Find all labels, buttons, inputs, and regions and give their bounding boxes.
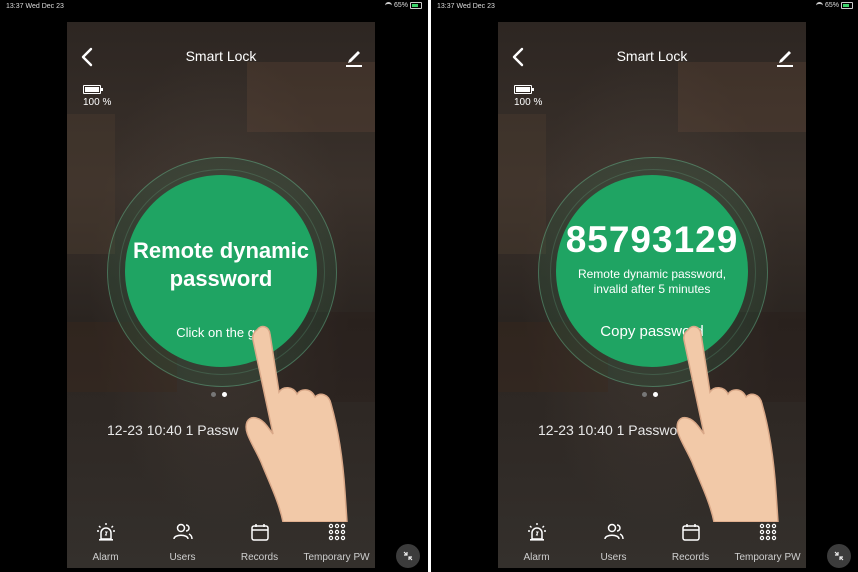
battery-percent-status: 65% (824, 2, 839, 9)
app-view: Smart Lock 100 % Remote dynamic password… (67, 22, 375, 568)
battery-level: 100 % (514, 97, 543, 108)
left-screen: 13:37 Wed Dec 23 65% Smart Lock 100 % Re… (0, 0, 428, 572)
page-indicator[interactable] (211, 392, 227, 397)
tab-users[interactable]: Users (144, 508, 221, 568)
page-dot-active[interactable] (653, 392, 658, 397)
keypad-icon (328, 523, 345, 541)
password-description: Remote dynamic password, invalid after 5… (577, 267, 727, 296)
status-time: 13:37 Wed Dec 23 (437, 3, 495, 10)
get-password-button[interactable]: Remote dynamic password Click on the get (125, 175, 317, 367)
background-decor (498, 114, 546, 254)
tab-records[interactable]: Records (652, 508, 729, 568)
page-dot[interactable] (642, 392, 647, 397)
battery-status-icon (841, 2, 853, 9)
wifi-icon (815, 2, 823, 9)
copy-password-button[interactable]: Copy password (556, 323, 748, 340)
tab-users[interactable]: Users (575, 508, 652, 568)
tab-label: Temporary PW (734, 552, 801, 563)
tab-bar: Alarm Users Records Temporary PW (498, 508, 806, 568)
app-view: Smart Lock 100 % 85793129 Remote dynamic… (498, 22, 806, 568)
tab-label: Temporary PW (303, 552, 370, 563)
battery-level: 100 % (83, 97, 112, 108)
alarm-icon (96, 523, 115, 541)
calendar-icon (250, 524, 269, 541)
status-bar: 13:37 Wed Dec 23 65% (431, 0, 858, 16)
lock-battery: 100 % (514, 85, 542, 108)
status-indicators: 65% (815, 2, 853, 9)
users-icon (172, 523, 193, 540)
nav-bar: Smart Lock (67, 22, 375, 92)
tab-temporary-pw[interactable]: Temporary PW (298, 508, 375, 568)
page-title: Smart Lock (616, 48, 688, 64)
collapse-button[interactable] (827, 544, 851, 568)
tab-label: Users (169, 552, 196, 563)
tab-alarm[interactable]: Alarm (498, 508, 575, 568)
page-title: Smart Lock (185, 48, 257, 64)
battery-percent-status: 65% (393, 2, 408, 9)
tab-label: Alarm (523, 552, 550, 563)
collapse-button[interactable] (396, 544, 420, 568)
latest-record: 12-23 10:40 1 Passwo (538, 422, 678, 438)
edit-button[interactable] (776, 46, 794, 68)
right-screen: 13:37 Wed Dec 23 65% Smart Lock 100 % 85… (431, 0, 858, 572)
status-indicators: 65% (384, 2, 422, 9)
password-circle: 85793129 Remote dynamic password, invali… (556, 175, 748, 367)
wifi-icon (384, 2, 392, 9)
page-dot[interactable] (211, 392, 216, 397)
edit-button[interactable] (345, 46, 363, 68)
battery-icon (83, 85, 103, 94)
page-dot-active[interactable] (222, 392, 227, 397)
collapse-arrows-icon (834, 551, 844, 561)
background-decor (67, 114, 115, 254)
tab-label: Records (240, 552, 279, 563)
tab-bar: Alarm Users Records Temporary PW (67, 508, 375, 568)
tab-label: Users (600, 552, 627, 563)
status-time: 13:37 Wed Dec 23 (6, 3, 64, 10)
latest-record: 12-23 10:40 1 Passw (107, 422, 239, 438)
dynamic-password-code: 85793129 (565, 219, 739, 260)
nav-bar: Smart Lock (498, 22, 806, 92)
lock-battery: 100 % (83, 85, 111, 108)
tab-temporary-pw[interactable]: Temporary PW (729, 508, 806, 568)
status-bar: 13:37 Wed Dec 23 65% (0, 0, 428, 16)
users-icon (603, 523, 624, 540)
calendar-icon (681, 524, 700, 541)
tab-records[interactable]: Records (221, 508, 298, 568)
circle-title: Remote dynamic password (132, 238, 310, 291)
battery-status-icon (410, 2, 422, 9)
tab-label: Alarm (92, 552, 119, 563)
battery-icon (514, 85, 534, 94)
page-indicator[interactable] (642, 392, 658, 397)
tab-alarm[interactable]: Alarm (67, 508, 144, 568)
keypad-icon (759, 523, 776, 541)
pencil-icon (346, 51, 362, 67)
pencil-icon (777, 51, 793, 67)
collapse-arrows-icon (403, 551, 413, 561)
tab-label: Records (671, 552, 710, 563)
circle-subtitle: Click on the get (176, 325, 266, 340)
alarm-icon (527, 523, 546, 541)
